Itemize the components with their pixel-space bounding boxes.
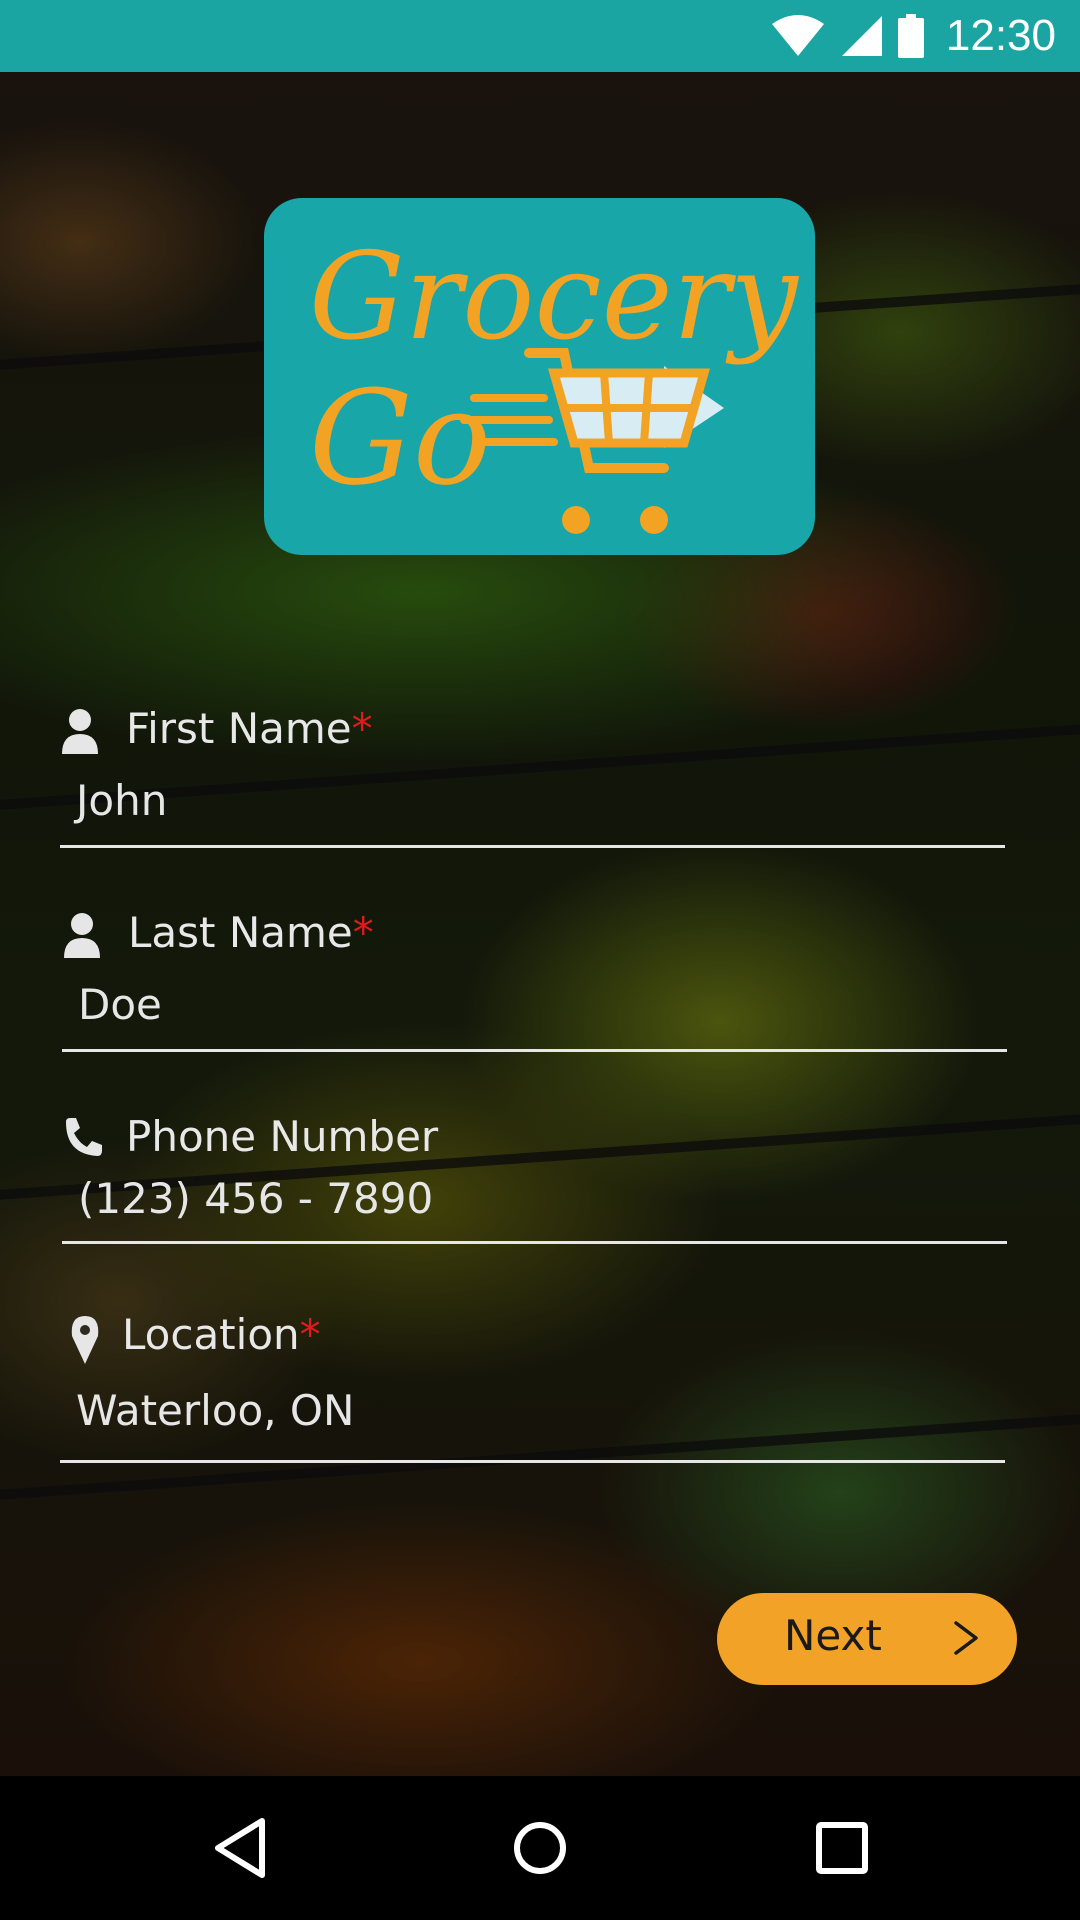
signal-icon bbox=[841, 16, 882, 56]
location-field[interactable]: Location* Waterloo, ON bbox=[60, 1306, 1005, 1466]
logo-artwork: Grocery Go bbox=[309, 228, 800, 534]
location-label: Location* bbox=[122, 1310, 321, 1359]
phone-icon bbox=[66, 1118, 102, 1156]
chevron-right-icon bbox=[954, 1621, 978, 1655]
required-mark: * bbox=[351, 704, 373, 753]
next-button-label: Next bbox=[784, 1611, 882, 1660]
first-name-label: First Name* bbox=[126, 704, 373, 753]
first-name-input[interactable]: John bbox=[76, 776, 976, 825]
required-mark: * bbox=[352, 908, 374, 957]
first-name-underline bbox=[60, 845, 1005, 848]
logo-line2: Go bbox=[309, 362, 491, 514]
status-time: 12:30 bbox=[945, 11, 1056, 60]
back-icon bbox=[215, 1818, 265, 1878]
home-icon bbox=[514, 1822, 566, 1874]
last-name-underline bbox=[62, 1049, 1007, 1052]
next-button[interactable]: Next bbox=[717, 1593, 1017, 1685]
last-name-label: Last Name* bbox=[128, 908, 374, 957]
cart-icon bbox=[460, 348, 724, 534]
phone-number-input[interactable]: (123) 456 - 7890 bbox=[78, 1174, 978, 1223]
home-button[interactable] bbox=[460, 1776, 620, 1920]
phone-number-label: Phone Number bbox=[126, 1112, 439, 1161]
last-name-field[interactable]: Last Name* Doe bbox=[62, 904, 1007, 1054]
recents-button[interactable] bbox=[762, 1776, 922, 1920]
navigation-bar bbox=[0, 1776, 1080, 1920]
person-icon bbox=[64, 913, 100, 958]
first-name-field[interactable]: First Name* John bbox=[60, 700, 1005, 850]
phone-number-underline bbox=[62, 1241, 1007, 1244]
location-underline bbox=[60, 1460, 1005, 1463]
grocery-go-logo: Grocery Go bbox=[264, 198, 815, 555]
location-input[interactable]: Waterloo, ON bbox=[76, 1386, 976, 1435]
status-bar: 12:30 bbox=[0, 0, 1080, 72]
required-mark: * bbox=[299, 1310, 321, 1359]
logo-line1: Grocery bbox=[309, 228, 800, 367]
location-pin-icon bbox=[71, 1316, 99, 1364]
back-button[interactable] bbox=[160, 1776, 320, 1920]
phone-number-field[interactable]: Phone Number (123) 456 - 7890 bbox=[62, 1108, 1007, 1248]
wifi-icon bbox=[771, 15, 824, 56]
battery-icon bbox=[897, 14, 924, 58]
last-name-input[interactable]: Doe bbox=[78, 980, 978, 1029]
status-icons: 12:30 bbox=[770, 0, 1056, 72]
recents-icon bbox=[816, 1822, 868, 1874]
person-icon bbox=[62, 709, 98, 754]
